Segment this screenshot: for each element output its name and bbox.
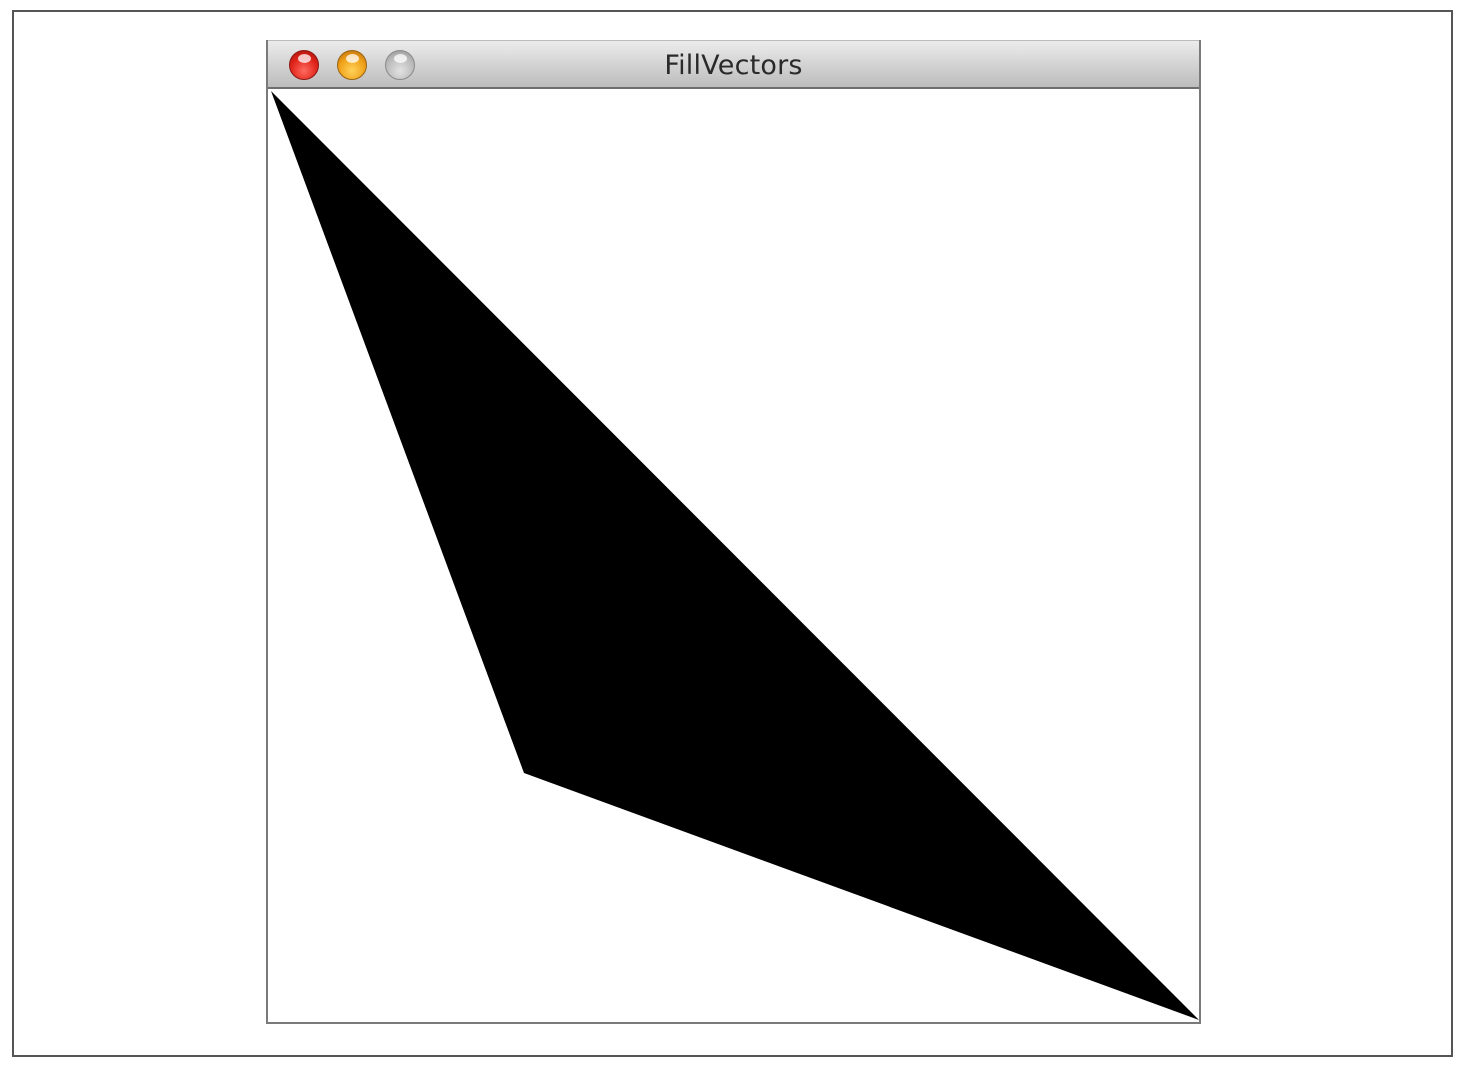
window-title: FillVectors: [664, 50, 803, 81]
drawing-canvas: [268, 89, 1199, 1022]
window-titlebar[interactable]: FillVectors: [268, 40, 1199, 89]
filled-polygon: [271, 91, 1199, 1020]
app-window: FillVectors: [266, 40, 1201, 1024]
canvas-svg: [271, 91, 1199, 1020]
